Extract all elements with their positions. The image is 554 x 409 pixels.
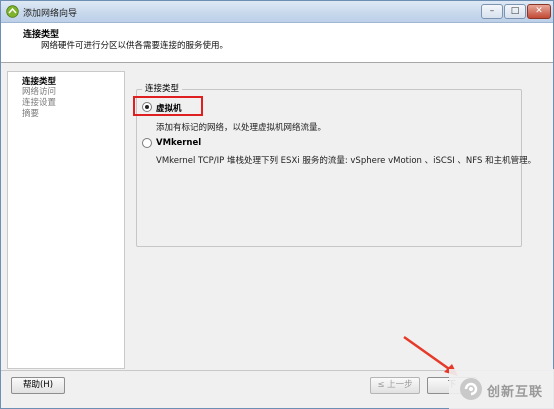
wizard-header: 连接类型 网络硬件可进行分区以供各需要连接的服务使用。: [1, 23, 553, 63]
vmkernel-label[interactable]: VMkernel: [156, 138, 201, 148]
add-network-wizard-window: 添加网络向导 – □ ✕ 连接类型 网络硬件可进行分区以供各需要连接的服务使用。…: [0, 0, 554, 409]
wizard-steps-nav: 连接类型 网络访问 连接设置 摘要: [7, 71, 125, 369]
nav-step-summary[interactable]: 摘要: [22, 107, 39, 119]
page-description: 网络硬件可进行分区以供各需要连接的服务使用。: [41, 41, 229, 51]
watermark-logo-icon: [460, 378, 482, 400]
minimize-button[interactable]: –: [481, 4, 503, 19]
watermark-text: 创新互联: [487, 385, 544, 400]
help-button[interactable]: 帮助(H): [11, 377, 65, 394]
virtual-machine-label[interactable]: 虚拟机: [156, 102, 182, 114]
main-content: 连接类型 虚拟机 添加有标记的网络，以处理虚拟机网络流量。 VMkernel V…: [126, 71, 547, 369]
close-button[interactable]: ✕: [527, 4, 551, 19]
vmkernel-description: VMkernel TCP/IP 堆栈处理下列 ESXi 服务的流量: vSphe…: [156, 156, 537, 166]
window-title: 添加网络向导: [23, 9, 78, 19]
vsphere-app-icon: [6, 5, 19, 18]
title-bar: 添加网络向导 – □ ✕: [1, 1, 553, 23]
maximize-button[interactable]: □: [504, 4, 526, 19]
virtual-machine-description: 添加有标记的网络，以处理虚拟机网络流量。: [156, 123, 327, 133]
watermark: 创新互联: [449, 369, 554, 409]
virtual-machine-radio[interactable]: [142, 102, 152, 112]
group-label: 连接类型: [142, 82, 183, 94]
vmkernel-radio[interactable]: [142, 138, 152, 148]
